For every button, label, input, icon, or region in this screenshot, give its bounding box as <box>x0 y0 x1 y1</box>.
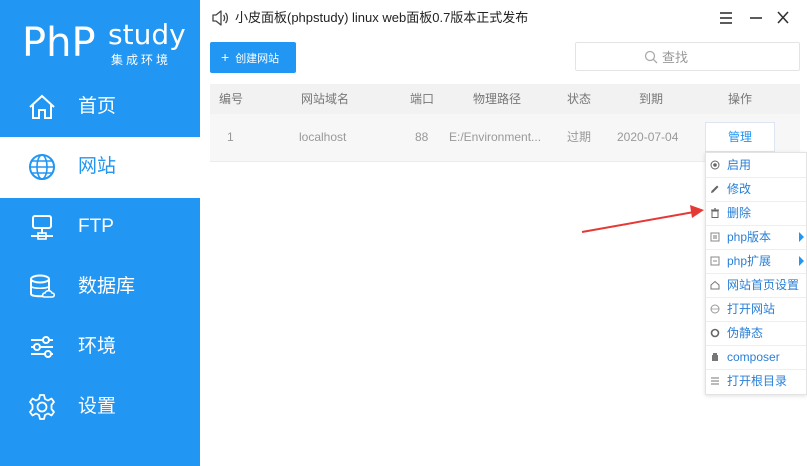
php-version-icon <box>710 232 720 242</box>
menu-item-label: 伪静态 <box>727 326 764 340</box>
sidebar-item-home[interactable]: 首页 <box>0 77 200 138</box>
sidebar-item-label: 网站 <box>78 156 117 177</box>
menu-item-label: php扩展 <box>727 254 772 268</box>
home-small-icon <box>710 280 720 290</box>
cell-status: 过期 <box>567 130 592 144</box>
menu-item-homepage-settings[interactable]: 网站首页设置 <box>706 273 806 297</box>
menu-icon[interactable] <box>715 8 737 28</box>
announcement-title[interactable]: 小皮面板(phpstudy) linux web面板0.7版本正式发布 <box>235 9 528 27</box>
minimize-icon[interactable] <box>745 8 767 28</box>
cell-id: 1 <box>227 130 234 144</box>
home-icon <box>29 94 55 119</box>
plus-icon: + <box>221 49 230 65</box>
create-website-button[interactable]: + 创建网站 <box>210 42 296 73</box>
rewrite-icon <box>710 328 720 338</box>
menu-item-label: 打开网站 <box>727 302 776 316</box>
sidebar-item-label: FTP <box>78 216 114 237</box>
menu-item-enable[interactable]: 启用 <box>706 153 806 177</box>
menu-item-open-website[interactable]: 打开网站 <box>706 297 806 321</box>
manage-dropdown-menu: 启用 修改 删除 php版本 php扩展 网站首页设置 打开网站 伪静态 com… <box>705 152 807 395</box>
column-header-expiry: 到期 <box>639 92 664 106</box>
search-box[interactable] <box>575 42 800 71</box>
column-header-domain: 网站域名 <box>301 92 350 106</box>
title-bar: 小皮面板(phpstudy) linux web面板0.7版本正式发布 <box>200 0 807 36</box>
menu-item-label: composer <box>727 350 780 364</box>
logo: PhP study 集成环境 <box>0 0 200 77</box>
column-header-status: 状态 <box>567 92 592 106</box>
sidebar: PhP study 集成环境 首页 网站 FTP 数据库 环境 设置 <box>0 0 200 466</box>
menu-item-edit[interactable]: 修改 <box>706 177 806 201</box>
sidebar-item-website[interactable]: 网站 <box>0 137 200 198</box>
close-icon[interactable] <box>772 8 794 28</box>
menu-item-label: 启用 <box>727 158 752 172</box>
column-header-port: 端口 <box>410 92 435 106</box>
logo-subtitle: 集成环境 <box>111 53 172 67</box>
menu-item-php-extension[interactable]: php扩展 <box>706 249 806 273</box>
menu-item-label: 打开根目录 <box>727 374 788 388</box>
menu-item-delete[interactable]: 删除 <box>706 201 806 225</box>
menu-item-composer[interactable]: composer <box>706 345 806 369</box>
list-icon <box>711 377 719 385</box>
menu-item-label: 修改 <box>727 182 752 196</box>
speaker-icon <box>212 10 229 26</box>
menu-item-rewrite[interactable]: 伪静态 <box>706 321 806 345</box>
menu-item-open-root-directory[interactable]: 打开根目录 <box>706 369 806 393</box>
table-header: 编号 网站域名 端口 物理路径 状态 到期 操作 <box>210 84 800 114</box>
sidebar-item-label: 数据库 <box>78 276 136 297</box>
php-extension-icon <box>710 256 720 266</box>
create-website-label: 创建网站 <box>235 53 280 65</box>
cell-domain: localhost <box>299 130 347 144</box>
ftp-server-icon <box>31 215 53 240</box>
logo-study-text: study <box>108 18 186 51</box>
sidebar-item-settings[interactable]: 设置 <box>0 377 200 438</box>
database-icon <box>30 274 56 298</box>
cell-expiry: 2020-07-04 <box>617 130 679 144</box>
sidebar-item-label: 环境 <box>78 336 117 357</box>
radio-icon <box>710 160 720 170</box>
menu-item-label: 网站首页设置 <box>727 278 800 292</box>
sidebar-item-ftp[interactable]: FTP <box>0 197 200 258</box>
search-icon <box>644 50 658 64</box>
composer-icon <box>712 353 718 361</box>
column-header-path: 物理路径 <box>473 92 522 106</box>
column-header-id: 编号 <box>219 92 244 106</box>
sidebar-item-label: 设置 <box>78 396 117 417</box>
submenu-arrow-icon <box>799 256 804 266</box>
cell-path: E:/Environment... <box>449 130 542 144</box>
gear-icon <box>29 394 55 420</box>
search-input[interactable] <box>662 47 782 67</box>
globe-icon <box>29 154 55 180</box>
sidebar-item-label: 首页 <box>78 96 117 117</box>
column-header-action: 操作 <box>728 92 753 106</box>
menu-item-label: php版本 <box>727 230 772 244</box>
globe-small-icon <box>710 304 720 314</box>
pencil-icon <box>711 185 719 193</box>
cell-port: 88 <box>415 130 429 144</box>
menu-item-php-version[interactable]: php版本 <box>706 225 806 249</box>
sliders-icon <box>31 336 53 358</box>
logo-php-text: PhP <box>22 20 96 66</box>
sidebar-item-database[interactable]: 数据库 <box>0 257 200 318</box>
manage-button[interactable]: 管理 <box>705 122 775 152</box>
submenu-arrow-icon <box>799 232 804 242</box>
trash-icon <box>711 208 719 218</box>
sidebar-item-environment[interactable]: 环境 <box>0 317 200 378</box>
menu-item-label: 删除 <box>727 206 752 220</box>
phpstudy-app: PhP study 集成环境 首页 网站 FTP 数据库 环境 设置 小皮面板(… <box>0 0 807 466</box>
